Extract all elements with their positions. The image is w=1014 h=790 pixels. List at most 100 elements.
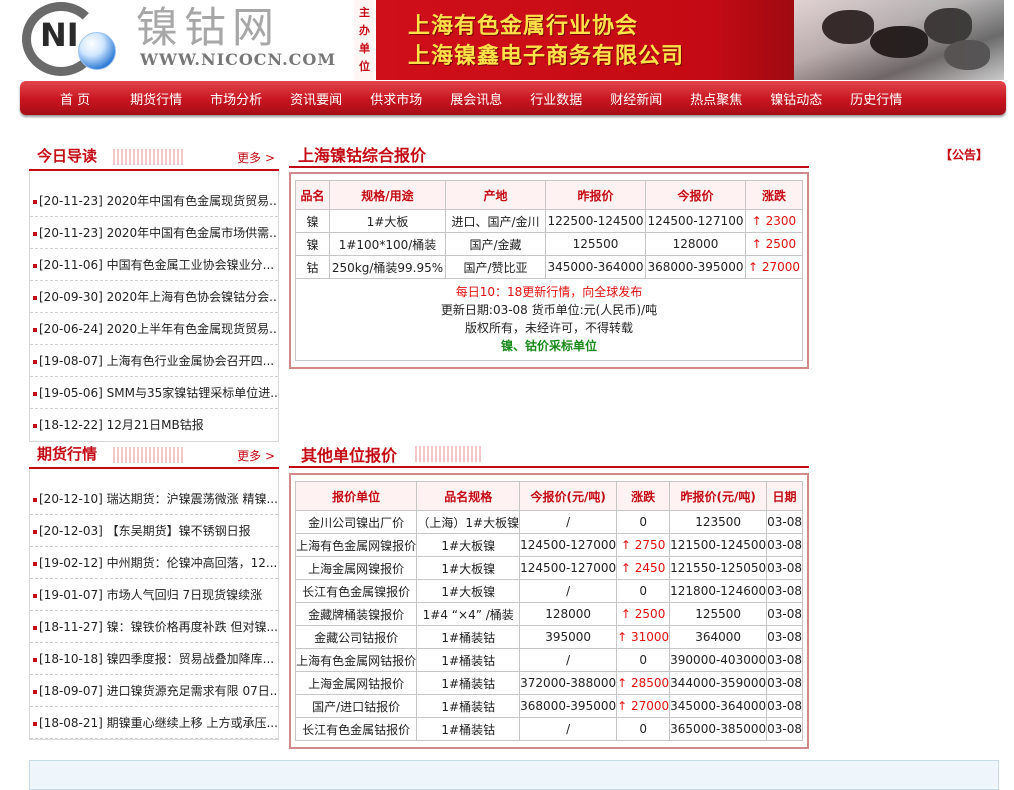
square-bullet-icon: [33, 529, 37, 534]
cell-spec: 250kg/桶装99.95%: [329, 255, 446, 279]
nav-finance-news[interactable]: 财经新闻: [610, 89, 662, 108]
organizer-name: 上海有色金属行业协会: [408, 14, 639, 39]
cell-today-price: 368000-395000: [645, 255, 746, 279]
table-row: 上海金属网镍报价 1#大板镍 124500-127000 ↑ 2450 1215…: [294, 556, 803, 580]
others-header: 其他单位报价: [289, 440, 809, 468]
list-item[interactable]: [18-10-18] 镍四季度报：贸易战叠加降库...: [30, 643, 278, 675]
nav-futures[interactable]: 期货行情: [130, 89, 182, 108]
cell-prev-price: 390000-403000: [669, 648, 768, 672]
list-item-link[interactable]: [20-11-06] 中国有色金属工业协会镍业分...: [39, 258, 274, 272]
cell-change: 0: [616, 510, 671, 534]
list-item-link[interactable]: [20-09-30] 2020年上海有色协会镍钴分会...: [39, 290, 278, 304]
cell-today-price: 124500-127000: [519, 533, 618, 557]
col-header: 报价单位: [294, 481, 418, 511]
list-item-link[interactable]: [18-12-22] 12月21日MB钴报: [39, 418, 204, 432]
cell-unit: 长江有色金属镍报价: [294, 579, 418, 603]
list-item[interactable]: [20-09-30] 2020年上海有色协会镍钴分会...: [30, 281, 278, 313]
list-item[interactable]: [20-06-24] 2020上半年有色金属现货贸易...: [30, 313, 278, 345]
quote-header: 上海镍钴综合报价: [289, 140, 809, 168]
today-guide-panel: 今日导读 更多 > [20-11-23] 2020年中国有色金属现货贸易... …: [29, 143, 279, 442]
list-item-link[interactable]: [20-11-23] 2020年中国有色金属现货贸易...: [39, 194, 278, 208]
cell-unit: 长江有色金属钴报价: [294, 717, 418, 741]
futures-more-link[interactable]: 更多 >: [237, 447, 275, 464]
cell-change: ↑ 2300: [745, 209, 803, 233]
list-item-link[interactable]: [20-06-24] 2020上半年有色金属现货贸易...: [39, 322, 278, 336]
nav-market-analysis[interactable]: 市场分析: [210, 89, 262, 108]
cell-date: 03-08: [766, 602, 803, 626]
list-item-link[interactable]: [18-11-27] 镍：镍铁价格再度补跌 但对镍...: [39, 620, 278, 634]
table-row: 金川公司镍出厂价 （上海）1#大板镍 / 0 123500 03-08: [294, 510, 803, 534]
square-bullet-icon: [33, 359, 37, 364]
cell-unit: 上海有色金属网钴报价: [294, 648, 418, 672]
pricing-units-link[interactable]: 镍、钴价采标单位: [296, 337, 802, 355]
cell-date: 03-08: [766, 533, 803, 557]
cell-unit: 国产/进口钴报价: [294, 694, 418, 718]
quote-title: 上海镍钴综合报价: [298, 146, 427, 165]
list-item[interactable]: [19-08-07] 上海有色行业金属协会召开四...: [30, 345, 278, 377]
cell-spec: 1#4 “×4” /桶装: [416, 602, 521, 626]
brand-name[interactable]: 镍钴网: [136, 0, 280, 55]
table-row: 国产/进口钴报价 1#桶装钴 368000-395000 ↑ 27000 345…: [294, 694, 803, 718]
cell-date: 03-08: [766, 694, 803, 718]
table-footer-row: 每日10：18更新行情，向全球发布 更新日期:03-08 货币单位:元(人民币)…: [295, 278, 803, 361]
nav-history[interactable]: 历史行情: [850, 89, 902, 108]
cell-today-price: /: [519, 717, 618, 741]
list-item-link[interactable]: [18-10-18] 镍四季度报：贸易战叠加降库...: [39, 652, 274, 666]
table-row: 上海金属网钴报价 1#桶装钴 372000-388000 ↑ 28500 344…: [294, 671, 803, 695]
list-item-link[interactable]: [19-05-06] SMM与35家镍钴锂采标单位进...: [39, 386, 278, 400]
list-item-link[interactable]: [18-08-21] 期镍重心继续上移 上方或承压...: [39, 716, 278, 730]
list-item-link[interactable]: [19-01-07] 市场人气回归 7日现货镍续涨: [39, 588, 262, 602]
list-item[interactable]: [19-02-12] 中州期货：伦镍冲高回落，12...: [30, 547, 278, 579]
cell-spec: 1#桶装钴: [416, 648, 521, 672]
list-item-link[interactable]: [20-12-03] 【东吴期货】镍不锈钢日报: [39, 524, 251, 538]
list-item[interactable]: [20-11-23] 2020年中国有色金属现货贸易...: [30, 185, 278, 217]
square-bullet-icon: [33, 657, 37, 662]
col-header: 产地: [445, 180, 546, 210]
list-item[interactable]: [18-11-27] 镍：镍铁价格再度补跌 但对镍...: [30, 611, 278, 643]
square-bullet-icon: [33, 497, 37, 502]
nav-home[interactable]: 首 页: [60, 89, 90, 108]
cell-prev-price: 125500: [669, 602, 768, 626]
table-row: 钴 250kg/桶装99.95% 国产/赞比亚 345000-364000 36…: [295, 255, 803, 279]
cell-today-price: 124500-127000: [519, 556, 618, 580]
cell-change: ↑ 2500: [616, 602, 671, 626]
table-header-row: 报价单位 品名规格 今报价(元/吨) 涨跌 昨报价(元/吨) 日期: [294, 481, 803, 511]
cell-prev-price: 121800-124600: [669, 579, 768, 603]
list-item[interactable]: [20-11-23] 2020年中国有色金属市场供需...: [30, 217, 278, 249]
list-item-link[interactable]: [19-08-07] 上海有色行业金属协会召开四...: [39, 354, 274, 368]
list-item-link[interactable]: [18-09-07] 进口镍货源充足需求有限 07日...: [39, 684, 278, 698]
list-item[interactable]: [18-12-22] 12月21日MB钴报: [30, 409, 278, 441]
list-item-link[interactable]: [20-12-10] 瑞达期货：沪镍震荡微涨 精镍...: [39, 492, 278, 506]
futures-header: 期货行情 更多 >: [29, 441, 279, 469]
cell-date: 03-08: [766, 510, 803, 534]
list-item[interactable]: [19-05-06] SMM与35家镍钴锂采标单位进...: [30, 377, 278, 409]
notice-link[interactable]: 【公告】: [940, 146, 988, 163]
list-item[interactable]: [18-08-21] 期镍重心继续上移 上方或承压...: [30, 707, 278, 739]
list-item[interactable]: [19-01-07] 市场人气回归 7日现货镍续涨: [30, 579, 278, 611]
list-item[interactable]: [18-09-07] 进口镍货源充足需求有限 07日...: [30, 675, 278, 707]
cell-spec: 1#桶装钴: [416, 625, 521, 649]
list-item-link[interactable]: [19-02-12] 中州期货：伦镍冲高回落，12...: [39, 556, 277, 570]
nav-news[interactable]: 资讯要闻: [290, 89, 342, 108]
site-header: NI 镍钴网 WWW.NICOCN.COM 主办单位 上海有色金属行业协会 上海…: [14, 0, 1004, 80]
cell-unit: 上海金属网钴报价: [294, 671, 418, 695]
nav-hot-topics[interactable]: 热点聚焦: [690, 89, 742, 108]
nav-supply-demand[interactable]: 供求市场: [370, 89, 422, 108]
list-item[interactable]: [20-12-10] 瑞达期货：沪镍震荡微涨 精镍...: [30, 483, 278, 515]
horse-shape: [924, 8, 972, 44]
cell-unit: 金川公司镍出厂价: [294, 510, 418, 534]
list-item-link[interactable]: [20-11-23] 2020年中国有色金属市场供需...: [39, 226, 278, 240]
cell-unit: 上海有色金属网镍报价: [294, 533, 418, 557]
cell-date: 03-08: [766, 579, 803, 603]
nav-exhibitions[interactable]: 展会讯息: [450, 89, 502, 108]
nav-nickel-cobalt-news[interactable]: 镍钴动态: [770, 89, 822, 108]
nav-industry-data[interactable]: 行业数据: [530, 89, 582, 108]
list-item[interactable]: [20-11-06] 中国有色金属工业协会镍业分...: [30, 249, 278, 281]
cell-today-price: 372000-388000: [519, 671, 618, 695]
futures-panel: 期货行情 更多 > [20-12-10] 瑞达期货：沪镍震荡微涨 精镍... […: [29, 441, 279, 740]
today-more-link[interactable]: 更多 >: [237, 149, 275, 166]
header-banner: 主办单位 上海有色金属行业协会 上海镍鑫电子商务有限公司: [354, 0, 1004, 80]
list-item[interactable]: [20-12-03] 【东吴期货】镍不锈钢日报: [30, 515, 278, 547]
col-header: 日期: [766, 481, 803, 511]
col-header: 昨报价: [545, 180, 646, 210]
